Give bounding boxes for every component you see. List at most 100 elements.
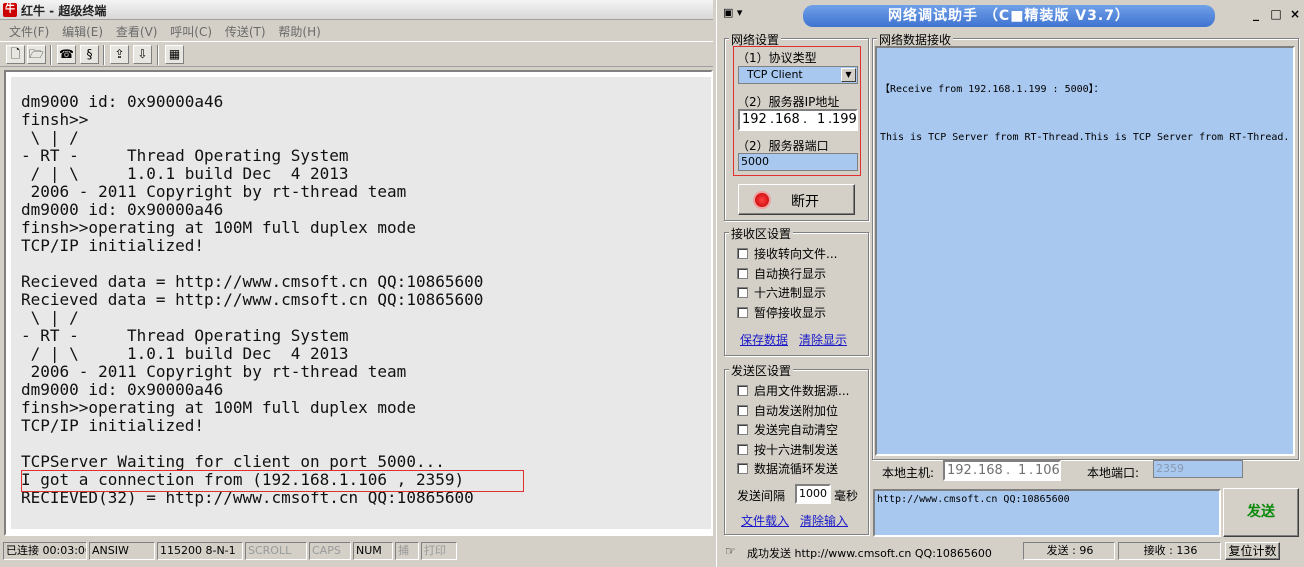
ip-part: 1: [817, 112, 826, 127]
net-assistant-window: ▣ ▾ 网络调试助手 （C■精装版 V3.7） _ □ × 网络设置 （1）协议…: [716, 0, 1304, 567]
local-port-label: 本地端口:: [1087, 466, 1140, 480]
minimize-button[interactable]: _: [1247, 6, 1265, 23]
menu-call[interactable]: 呼叫(C): [170, 23, 212, 40]
server-ip-label: （2）服务器IP地址: [737, 95, 840, 109]
send-settings-group: 发送区设置 启用文件数据源... 自动发送附加位 发送完自动清空 按十六进制发送…: [724, 362, 869, 535]
status-message: 成功发送 http://www.cmsoft.cn QQ:10865600: [747, 547, 992, 560]
terminal-line: Recieved data = http://www.cmsoft.cn QQ:…: [21, 290, 484, 309]
auto-clear-checkbox[interactable]: 发送完自动清空: [737, 423, 838, 437]
toolbar-divider: [50, 45, 52, 65]
terminal-title-bar[interactable]: 牛 红牛 - 超级终端: [0, 0, 713, 20]
auto-append-checkbox[interactable]: 自动发送附加位: [737, 404, 838, 418]
interval-input[interactable]: 1000: [795, 484, 831, 504]
menu-transfer[interactable]: 传送(T): [225, 23, 266, 40]
receive-to-file-checkbox[interactable]: 接收转向文件...: [737, 247, 837, 261]
received-count: 接收 : 136: [1118, 542, 1221, 560]
terminal-line: dm9000 id: 0x90000a46: [21, 200, 224, 219]
protocol-value: TCP Client: [747, 68, 803, 81]
terminal-line: dm9000 id: 0x90000a46: [21, 380, 224, 399]
status-port: 115200 8-N-1: [157, 542, 243, 560]
terminal-line: TCP/IP initialized!: [21, 236, 205, 255]
toolbar-divider: [103, 45, 105, 65]
terminal-line: \ | /: [21, 308, 79, 327]
status-capture: 捕: [395, 542, 419, 560]
terminal-output: dm9000 id: 0x90000a46 finsh>> \ | / - RT -…: [21, 92, 484, 530]
server-port-field[interactable]: 5000: [738, 153, 858, 171]
disconnect-icon[interactable]: §: [80, 45, 99, 64]
file-load-link[interactable]: 文件载入: [741, 512, 789, 529]
protocol-label: （1）协议类型: [737, 51, 817, 65]
ip-part: 199: [832, 112, 857, 127]
terminal-menu-bar: 文件(F) 编辑(E) 查看(V) 呼叫(C) 传送(T) 帮助(H): [0, 21, 713, 40]
terminal-line: Recieved data = http://www.cmsoft.cn QQ:…: [21, 272, 484, 291]
receive-text-area[interactable]: 【Receive from 192.168.1.199 : 5000】： Thi…: [875, 46, 1295, 456]
send-button[interactable]: 发送: [1223, 488, 1299, 537]
save-data-link[interactable]: 保存数据: [740, 331, 788, 348]
menu-view[interactable]: 查看(V): [116, 23, 158, 40]
terminal-screen[interactable]: dm9000 id: 0x90000a46 finsh>> \ | / - RT -…: [4, 70, 713, 536]
receive-settings-group: 接收区设置 接收转向文件... 自动换行显示 十六进制显示 暂停接收显示 保存数…: [724, 225, 869, 356]
ip-part: 192: [742, 112, 767, 127]
terminal-status-bar: 已连接 00:03:00 ANSIW 115200 8-N-1 SCROLL C…: [0, 540, 713, 563]
clear-input-link[interactable]: 清除输入: [800, 512, 848, 529]
chevron-down-icon[interactable]: ▼: [841, 68, 856, 82]
status-print: 打印: [421, 542, 457, 560]
toolbar-divider: [157, 45, 159, 65]
maximize-button[interactable]: □: [1267, 6, 1285, 23]
disconnect-button[interactable]: 断开: [738, 184, 855, 215]
hex-display-checkbox[interactable]: 十六进制显示: [737, 286, 826, 300]
send-input[interactable]: http://www.cmsoft.cn QQ:10865600: [873, 489, 1221, 537]
pause-receive-checkbox[interactable]: 暂停接收显示: [737, 306, 826, 320]
auto-wrap-checkbox[interactable]: 自动换行显示: [737, 267, 826, 281]
receive-icon[interactable]: ⇩: [133, 45, 152, 64]
receive-settings-label: 接收区设置: [729, 225, 794, 242]
open-icon[interactable]: 🗁: [27, 45, 46, 64]
phone-icon[interactable]: ☎: [57, 45, 76, 64]
terminal-line: TCP/IP initialized!: [21, 416, 205, 435]
red-light-icon: [755, 193, 769, 207]
server-ip-field[interactable]: 192 . 168 . 1 . 199: [738, 109, 858, 131]
host-part: 192: [947, 463, 972, 478]
terminal-line: / | \ 1.0.1 build Dec 4 2013: [21, 164, 349, 183]
net-title: 网络调试助手 （C■精装版 V3.7）: [803, 5, 1215, 27]
terminal-title: 红牛 - 超级终端: [21, 4, 107, 18]
menu-help[interactable]: 帮助(H): [278, 23, 320, 40]
protocol-select[interactable]: TCP Client ▼: [738, 66, 858, 84]
loop-send-checkbox[interactable]: 数据流循环发送: [737, 462, 838, 476]
system-menu-icon[interactable]: ▣ ▾: [723, 6, 763, 23]
ip-part: 168: [775, 112, 800, 127]
disconnect-label: 断开: [791, 194, 819, 210]
local-port-field: 2359: [1153, 460, 1243, 478]
send-icon[interactable]: ⇪: [110, 45, 129, 64]
properties-icon[interactable]: ▦: [165, 45, 184, 64]
status-emulation: ANSIW: [89, 542, 155, 560]
terminal-line: \ | /: [21, 128, 79, 147]
terminal-text-area[interactable]: dm9000 id: 0x90000a46 finsh>> \ | / - RT -…: [11, 77, 711, 529]
receive-line: This is TCP Server from RT-Thread.This i…: [880, 132, 1290, 143]
net-title-bar[interactable]: ▣ ▾ 网络调试助手 （C■精装版 V3.7） _ □ ×: [717, 0, 1304, 30]
close-button[interactable]: ×: [1286, 6, 1304, 23]
host-part: 106: [1035, 463, 1060, 478]
terminal-line: dm9000 id: 0x90000a46: [21, 92, 224, 111]
reset-count-button[interactable]: 复位计数: [1225, 542, 1280, 560]
host-part: 1: [1018, 463, 1027, 478]
file-source-checkbox[interactable]: 启用文件数据源...: [737, 384, 849, 398]
clear-display-link[interactable]: 清除显示: [799, 331, 847, 348]
sent-count: 发送 : 96: [1023, 542, 1115, 560]
menu-file[interactable]: 文件(F): [9, 23, 49, 40]
status-caps: CAPS: [309, 542, 351, 560]
terminal-line: - RT - Thread Operating System: [21, 146, 349, 165]
send-settings-label: 发送区设置: [729, 362, 794, 379]
new-icon[interactable]: 🗋: [6, 45, 25, 64]
interval-unit: 毫秒: [834, 489, 859, 503]
terminal-line: TCPServer Waiting for client on port 500…: [21, 452, 445, 471]
server-port-label: （2）服务器端口: [737, 139, 829, 153]
hex-send-checkbox[interactable]: 按十六进制发送: [737, 443, 838, 457]
hand-pointer-icon: ☞: [725, 544, 736, 558]
terminal-line: finsh>>operating at 100M full duplex mod…: [21, 218, 416, 237]
menu-edit[interactable]: 编辑(E): [62, 23, 103, 40]
local-host-label: 本地主机:: [882, 466, 935, 480]
terminal-toolbar: 🗋 🗁 ☎ § ⇪ ⇩ ▦: [0, 41, 713, 67]
